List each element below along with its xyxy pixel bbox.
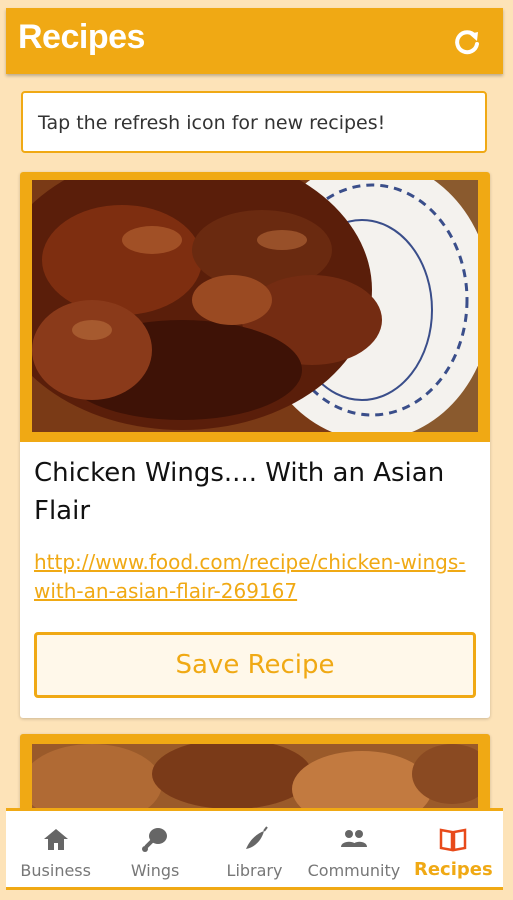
nav-label-community: Community bbox=[307, 861, 401, 880]
tip-text: Tap the refresh icon for new recipes! bbox=[38, 112, 386, 134]
pepper-icon bbox=[245, 826, 268, 849]
drumstick-icon bbox=[142, 828, 168, 852]
nav-item-wings[interactable]: Wings bbox=[105, 811, 204, 887]
save-recipe-button[interactable]: Save Recipe bbox=[34, 632, 476, 698]
nav-item-business[interactable]: Business bbox=[6, 811, 105, 887]
page-title: Recipes bbox=[18, 18, 145, 56]
recipe-photo bbox=[32, 180, 478, 432]
nav-item-recipes[interactable]: Recipes bbox=[404, 811, 503, 887]
home-icon bbox=[43, 829, 68, 850]
refresh-icon[interactable] bbox=[453, 28, 481, 56]
nav-label-wings: Wings bbox=[130, 861, 180, 880]
nav-item-library[interactable]: Library bbox=[205, 811, 304, 887]
recipe-link[interactable]: http://www.food.com/recipe/chicken-wings… bbox=[34, 548, 474, 606]
tip-banner: Tap the refresh icon for new recipes! bbox=[21, 91, 487, 153]
recipe-image bbox=[20, 172, 490, 442]
book-icon bbox=[440, 828, 467, 852]
nav-label-recipes: Recipes bbox=[413, 859, 493, 880]
nav-label-business: Business bbox=[20, 861, 91, 880]
nav-label-library: Library bbox=[226, 861, 283, 880]
nav-item-community[interactable]: Community bbox=[304, 811, 403, 887]
people-icon bbox=[340, 830, 367, 847]
bottom-nav: Business Wings Library Community Recipes bbox=[6, 808, 503, 890]
recipe-title: Chicken Wings.... With an Asian Flair bbox=[34, 458, 445, 526]
app-bar: Recipes bbox=[6, 8, 503, 74]
recipe-card: Chicken Wings.... With an Asian Flair ht… bbox=[20, 172, 490, 718]
